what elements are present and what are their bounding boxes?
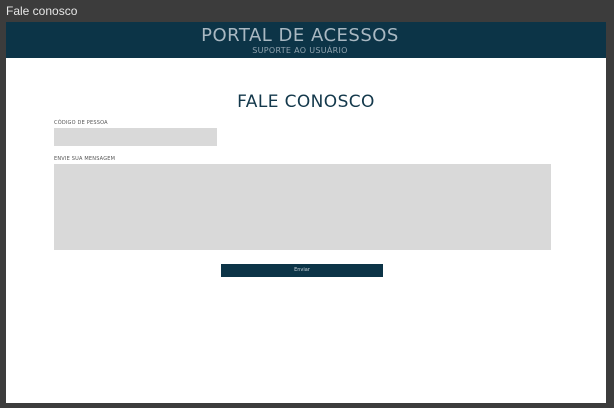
mensagem-label: ENVIE SUA MENSAGEM xyxy=(54,156,116,162)
codigo-pessoa-input[interactable] xyxy=(54,128,217,146)
codigo-pessoa-label: CÓDIGO DE PESSOA xyxy=(54,120,108,126)
page-title: FALE CONOSCO xyxy=(237,92,375,112)
portal-title: PORTAL DE ACESSOS xyxy=(201,25,399,46)
mensagem-textarea[interactable] xyxy=(54,164,551,250)
enviar-button[interactable]: Enviar xyxy=(221,264,383,277)
app-window: Fale conosco PORTAL DE ACESSOS SUPORTE A… xyxy=(0,0,614,408)
portal-header: PORTAL DE ACESSOS SUPORTE AO USUÁRIO xyxy=(6,22,606,58)
window-title: Fale conosco xyxy=(6,4,78,18)
page-content: PORTAL DE ACESSOS SUPORTE AO USUÁRIO FAL… xyxy=(6,22,606,403)
window-titlebar[interactable]: Fale conosco xyxy=(0,0,614,22)
portal-subtitle: SUPORTE AO USUÁRIO xyxy=(252,46,348,55)
